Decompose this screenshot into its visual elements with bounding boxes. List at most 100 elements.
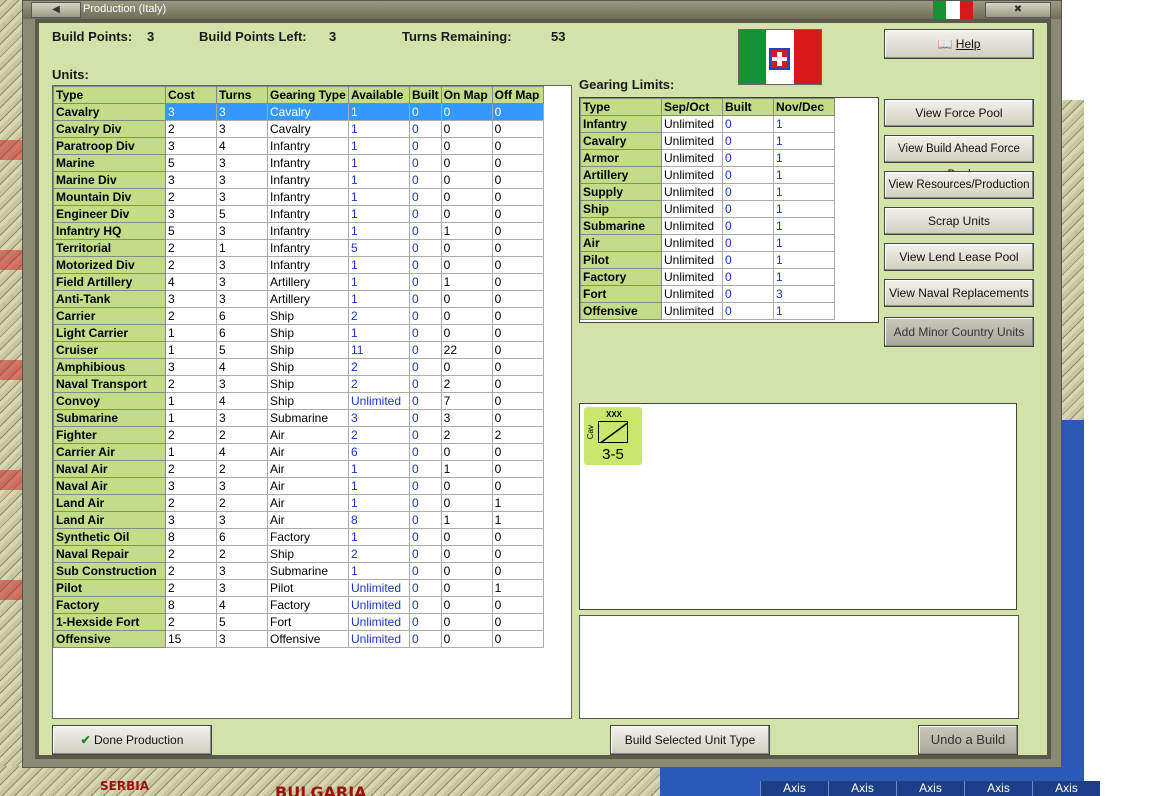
unit-row[interactable]: Synthetic Oil 8 6 Factory 1 0 0 0 — [53, 528, 544, 546]
window-titlebar[interactable]: ◀ Production (Italy) ✖ — [23, 1, 1061, 19]
cavalry-unit-icon[interactable]: XXX Cav 3-5 — [584, 407, 642, 465]
unit-cell-built: 0 — [409, 154, 442, 172]
build-selected-button[interactable]: Build Selected Unit Type — [610, 725, 770, 755]
unit-row[interactable]: Paratroop Div 3 4 Infantry 1 0 0 0 — [53, 137, 544, 155]
window-menu-button[interactable]: ◀ — [31, 2, 81, 18]
unit-row[interactable]: Pilot 2 3 Pilot Unlimited 0 0 1 — [53, 579, 544, 597]
unit-cell-turns: 1 — [216, 239, 268, 257]
col-built[interactable]: Built — [409, 86, 442, 104]
gearing-cell-type: Infantry — [580, 115, 662, 133]
axis-button[interactable]: Axis — [760, 781, 828, 796]
axis-button[interactable]: Axis — [896, 781, 964, 796]
unit-row[interactable]: Territorial 2 1 Infantry 5 0 0 0 — [53, 239, 544, 257]
help-button[interactable]: 📖 Help — [884, 29, 1034, 59]
unit-cell-on-map: 0 — [440, 103, 493, 121]
unit-row[interactable]: Field Artillery 4 3 Artillery 1 0 1 0 — [53, 273, 544, 291]
unit-cell-turns: 4 — [216, 596, 268, 614]
unit-cell-type: Sub Construction — [53, 562, 166, 580]
unit-cell-gearing-type: Air — [267, 494, 349, 512]
unit-row[interactable]: Sub Construction 2 3 Submarine 1 0 0 0 — [53, 562, 544, 580]
italy-flag-icon — [933, 1, 973, 19]
unit-cell-gearing-type: Ship — [267, 545, 349, 563]
col-available[interactable]: Available — [348, 86, 410, 104]
view-build-ahead-button[interactable]: View Build Ahead Force Pool — [884, 135, 1034, 181]
unit-row[interactable]: Cruiser 1 5 Ship 11 0 22 0 — [53, 341, 544, 359]
unit-row[interactable]: Carrier 2 6 Ship 2 0 0 0 — [53, 307, 544, 325]
unit-cell-built: 0 — [409, 426, 442, 444]
axis-button[interactable]: Axis — [1032, 781, 1100, 796]
unit-row[interactable]: Light Carrier 1 6 Ship 1 0 0 0 — [53, 324, 544, 342]
unit-preview-panel: XXX Cav 3-5 — [579, 403, 1017, 610]
unit-cell-available: 1 — [348, 188, 410, 206]
scrap-units-button[interactable]: Scrap Units — [884, 207, 1034, 235]
unit-row[interactable]: Mountain Div 2 3 Infantry 1 0 0 0 — [53, 188, 544, 206]
unit-cell-built: 0 — [409, 324, 442, 342]
unit-row[interactable]: Naval Air 3 3 Air 1 0 0 0 — [53, 477, 544, 495]
unit-cell-available: Unlimited — [348, 630, 410, 648]
unit-row[interactable]: Motorized Div 2 3 Infantry 1 0 0 0 — [53, 256, 544, 274]
gearing-row: Artillery Unlimited 0 1 — [580, 166, 835, 184]
unit-cell-gearing-type: Air — [267, 477, 349, 495]
unit-cell-built: 0 — [409, 613, 442, 631]
build-points-left-value: 3 — [329, 29, 337, 44]
undo-build-button[interactable]: Undo a Build — [918, 725, 1018, 755]
units-list-panel[interactable]: Type Cost Turns Gearing Type Available B… — [52, 85, 572, 719]
gearing-cell-type: Fort — [580, 285, 662, 303]
unit-row[interactable]: Marine Div 3 3 Infantry 1 0 0 0 — [53, 171, 544, 189]
cavalry-symbol — [598, 421, 628, 443]
view-resources-button[interactable]: View Resources/Production — [884, 171, 1034, 199]
unit-cell-gearing-type: Fort — [267, 613, 349, 631]
gearing-cell-type: Ship — [580, 200, 662, 218]
unit-cell-built: 0 — [409, 443, 442, 461]
gearing-heading: Gearing Limits: — [579, 77, 675, 92]
view-force-pool-button[interactable]: View Force Pool — [884, 99, 1034, 127]
unit-cell-available: 2 — [348, 545, 410, 563]
gearing-cell-built: 0 — [722, 268, 774, 286]
unit-row[interactable]: Submarine 1 3 Submarine 3 0 3 0 — [53, 409, 544, 427]
unit-cell-cost: 3 — [165, 358, 217, 376]
unit-row[interactable]: Land Air 2 2 Air 1 0 0 1 — [53, 494, 544, 512]
build-points-value: 3 — [147, 29, 155, 44]
unit-cell-gearing-type: Offensive — [267, 630, 349, 648]
col-type[interactable]: Type — [53, 86, 166, 104]
unit-row[interactable]: Offensive 15 3 Offensive Unlimited 0 0 0 — [53, 630, 544, 648]
gearing-cell-nov-dec: 1 — [773, 115, 835, 133]
unit-row[interactable]: Amphibious 3 4 Ship 2 0 0 0 — [53, 358, 544, 376]
unit-row[interactable]: Cavalry 3 3 Cavalry 1 0 0 0 — [53, 103, 544, 121]
gearing-row: Armor Unlimited 0 1 — [580, 149, 835, 167]
unit-cell-turns: 3 — [216, 290, 268, 308]
unit-row[interactable]: Cavalry Div 2 3 Cavalry 1 0 0 0 — [53, 120, 544, 138]
col-turns[interactable]: Turns — [216, 86, 268, 104]
unit-row[interactable]: Fighter 2 2 Air 2 0 2 2 — [53, 426, 544, 444]
unit-row[interactable]: Naval Air 2 2 Air 1 0 1 0 — [53, 460, 544, 478]
unit-cell-built: 0 — [409, 120, 442, 138]
col-cost[interactable]: Cost — [165, 86, 217, 104]
unit-row[interactable]: 1-Hexside Fort 2 5 Fort Unlimited 0 0 0 — [53, 613, 544, 631]
view-naval-replacements-button[interactable]: View Naval Replacements — [884, 279, 1034, 307]
view-lend-lease-button[interactable]: View Lend Lease Pool — [884, 243, 1034, 271]
unit-cell-off-map: 1 — [491, 494, 544, 512]
unit-cell-available: 1 — [348, 103, 410, 121]
unit-cell-off-map: 0 — [491, 188, 544, 206]
axis-button[interactable]: Axis — [828, 781, 896, 796]
unit-row[interactable]: Convoy 1 4 Ship Unlimited 0 7 0 — [53, 392, 544, 410]
add-minor-country-button[interactable]: Add Minor Country Units — [884, 317, 1034, 347]
axis-button[interactable]: Axis — [964, 781, 1032, 796]
unit-row[interactable]: Naval Transport 2 3 Ship 2 0 2 0 — [53, 375, 544, 393]
unit-row[interactable]: Naval Repair 2 2 Ship 2 0 0 0 — [53, 545, 544, 563]
unit-row[interactable]: Engineer Div 3 5 Infantry 1 0 0 0 — [53, 205, 544, 223]
col-on-map[interactable]: On Map — [440, 86, 493, 104]
gear-col-sep-oct: Sep/Oct — [661, 98, 723, 116]
col-off-map[interactable]: Off Map — [491, 86, 544, 104]
done-production-button[interactable]: ✔ Done Production — [52, 725, 212, 755]
unit-row[interactable]: Carrier Air 1 4 Air 6 0 0 0 — [53, 443, 544, 461]
unit-row[interactable]: Infantry HQ 5 3 Infantry 1 0 1 0 — [53, 222, 544, 240]
col-gearing-type[interactable]: Gearing Type — [267, 86, 349, 104]
unit-cell-off-map: 0 — [491, 630, 544, 648]
unit-row[interactable]: Land Air 3 3 Air 8 0 1 1 — [53, 511, 544, 529]
close-button[interactable]: ✖ — [985, 2, 1051, 18]
unit-cell-cost: 2 — [165, 494, 217, 512]
unit-row[interactable]: Marine 5 3 Infantry 1 0 0 0 — [53, 154, 544, 172]
unit-row[interactable]: Anti-Tank 3 3 Artillery 1 0 0 0 — [53, 290, 544, 308]
unit-row[interactable]: Factory 8 4 Factory Unlimited 0 0 0 — [53, 596, 544, 614]
